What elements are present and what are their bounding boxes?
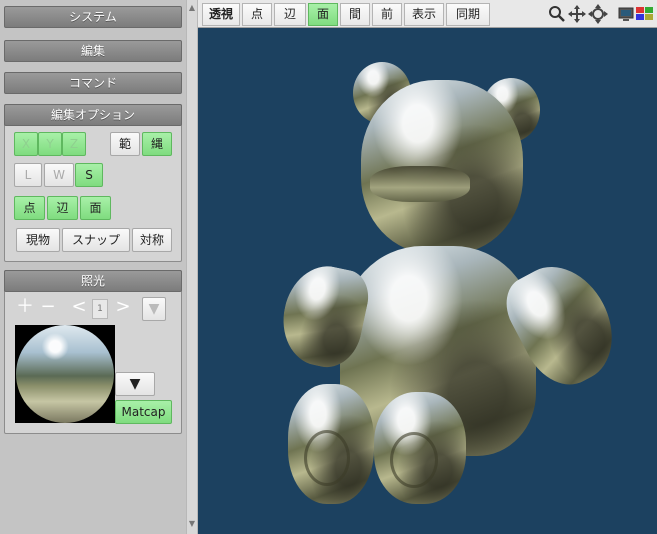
edit-options-panel: 編集オプション X Y Z 範 縄 L W S 点 辺 面 現物 スナップ 対称 — [4, 104, 182, 262]
bear-right-foot-pad — [390, 432, 438, 488]
lasso-select-button[interactable]: 縄 — [142, 132, 172, 156]
world-button[interactable]: W — [44, 163, 74, 187]
lighting-header[interactable]: 照光 — [4, 270, 182, 292]
matcap-sphere — [16, 325, 114, 423]
select-edge-button[interactable]: 辺 — [47, 196, 78, 220]
axis-x-button[interactable]: X — [14, 132, 38, 156]
matcap-dropdown-icon[interactable]: ▼ — [115, 372, 155, 396]
prev-light-icon[interactable]: < — [69, 296, 89, 318]
perspective-button[interactable]: 透視 — [202, 3, 240, 26]
scroll-down-icon[interactable]: ▼ — [187, 518, 197, 530]
multi-view-icon[interactable] — [636, 6, 654, 22]
teddy-bear-model — [198, 28, 657, 534]
local-button[interactable]: L — [14, 163, 42, 187]
left-panel: システム 編集 コマンド 編集オプション X Y Z 範 縄 L W S 点 辺… — [0, 0, 186, 534]
add-light-icon[interactable]: ＋ — [15, 296, 35, 318]
bear-left-foot-pad — [304, 430, 350, 486]
3d-viewport[interactable] — [198, 28, 657, 534]
edit-options-header[interactable]: 編集オプション — [4, 104, 182, 126]
current-object-button[interactable]: 現物 — [16, 228, 60, 252]
light-dropdown-icon[interactable]: ▼ — [142, 297, 166, 321]
screen-button[interactable]: S — [75, 163, 103, 187]
axis-y-button[interactable]: Y — [38, 132, 62, 156]
select-point-button[interactable]: 点 — [14, 196, 45, 220]
zoom-icon[interactable] — [548, 5, 566, 23]
matcap-button[interactable]: Matcap — [115, 400, 172, 424]
symmetry-button[interactable]: 対称 — [132, 228, 172, 252]
scroll-up-icon[interactable]: ▲ — [187, 2, 197, 14]
pan-icon[interactable] — [568, 5, 586, 23]
rotate-icon[interactable] — [588, 4, 608, 24]
light-index: 1 — [92, 299, 108, 319]
system-header[interactable]: システム — [4, 6, 182, 28]
select-face-button[interactable]: 面 — [80, 196, 111, 220]
snap-button[interactable]: スナップ — [62, 228, 130, 252]
matcap-preview[interactable] — [15, 325, 115, 423]
command-header[interactable]: コマンド — [4, 72, 182, 94]
axis-z-button[interactable]: Z — [62, 132, 86, 156]
toolbar-point-button[interactable]: 点 — [242, 3, 272, 26]
single-view-icon[interactable] — [618, 6, 634, 22]
remove-light-icon[interactable]: − — [38, 296, 58, 318]
edit-header[interactable]: 編集 — [4, 40, 182, 62]
bear-muzzle — [370, 166, 470, 202]
toolbar-edge-button[interactable]: 辺 — [274, 3, 306, 26]
lighting-panel: 照光 ＋ − < 1 > ▼ ▼ Matcap — [4, 270, 182, 434]
next-light-icon[interactable]: > — [113, 296, 133, 318]
toolbar-mid-button[interactable]: 間 — [340, 3, 370, 26]
toolbar-front-button[interactable]: 前 — [372, 3, 402, 26]
sidebar-scrollbar[interactable]: ▲ ▼ — [186, 0, 198, 534]
viewport-toolbar: 透視 点 辺 面 間 前 表示 同期 — [198, 0, 657, 28]
toolbar-display-button[interactable]: 表示 — [404, 3, 444, 26]
range-select-button[interactable]: 範 — [110, 132, 140, 156]
toolbar-sync-button[interactable]: 同期 — [446, 3, 490, 26]
toolbar-face-button[interactable]: 面 — [308, 3, 338, 26]
